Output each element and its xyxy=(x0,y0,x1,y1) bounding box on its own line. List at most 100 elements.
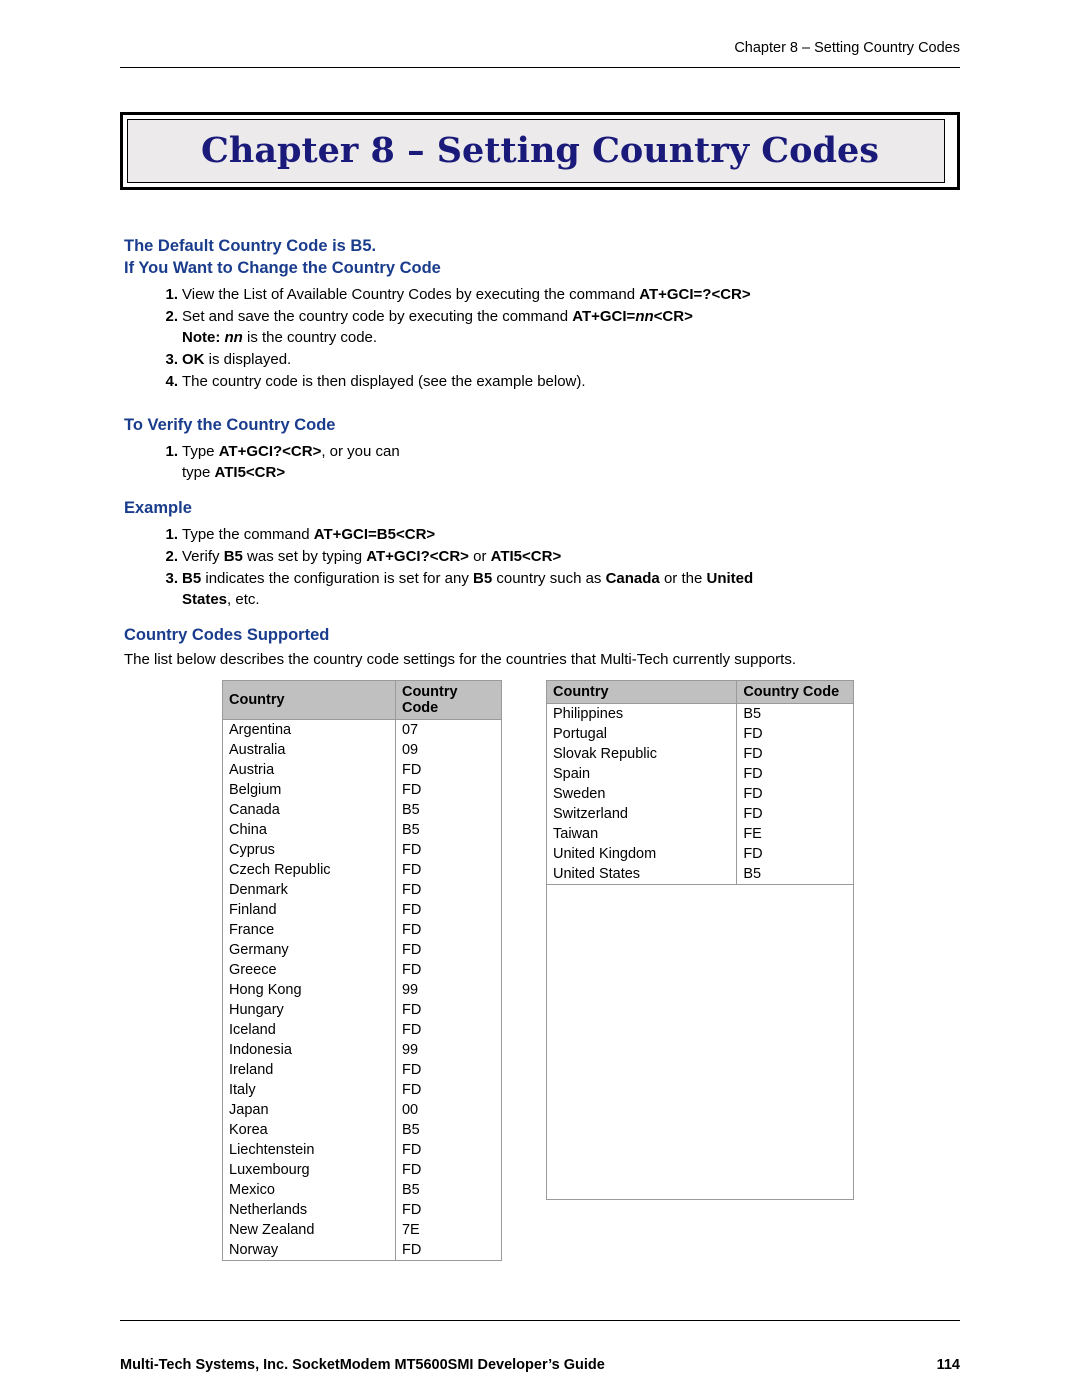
table-row: Liechtenstein FD xyxy=(222,1140,503,1160)
cell-country: Indonesia xyxy=(222,1040,396,1060)
table-row: Indonesia 99 xyxy=(222,1040,503,1060)
section-example: Example 1. Type the command AT+GCI=B5<CR>… xyxy=(124,499,964,610)
cell-country-code: 07 xyxy=(394,719,503,740)
table-row: Cyprus FD xyxy=(222,840,503,860)
list-item-number: 2. xyxy=(165,308,178,325)
cell-country: Denmark xyxy=(222,880,396,900)
cell-country: Germany xyxy=(222,940,396,960)
cell-country-code: B5 xyxy=(736,703,854,724)
heading-change-country-code: If You Want to Change the Country Code xyxy=(124,259,441,277)
table-row: Japan 00 xyxy=(222,1100,503,1120)
table-row: Korea B5 xyxy=(222,1120,503,1140)
cell-country-code: 99 xyxy=(394,980,503,1000)
list-item-text: Verify B5 was set by typing AT+GCI?<CR> … xyxy=(182,548,562,565)
page-content: The Default Country Code is B5. If You W… xyxy=(124,237,964,1261)
cell-country: Spain xyxy=(545,764,738,784)
list-item: 3. OK is displayed. xyxy=(124,349,964,370)
country-code-tables: Country Country Code Argentina 07 Australi… xyxy=(124,680,964,1261)
table-row: Denmark FD xyxy=(222,880,503,900)
cell-country: Belgium xyxy=(222,780,396,800)
table-row: Spain FD xyxy=(545,764,854,784)
table-row: Germany FD xyxy=(222,940,503,960)
list-item-number: 1. xyxy=(165,443,178,460)
cell-country: Philippines xyxy=(545,703,738,724)
cell-country-code: FD xyxy=(736,844,854,864)
list-item-number: 3. xyxy=(165,570,178,587)
cell-country-code: 7E xyxy=(394,1220,503,1240)
section-default-code: The Default Country Code is B5. If You W… xyxy=(124,237,964,392)
verify-country-code-steps: 1. Type AT+GCI?<CR>, or you can type ATI5<… xyxy=(124,441,964,483)
country-codes-intro: The list below describes the country cod… xyxy=(124,651,796,668)
cell-country-code: FD xyxy=(736,724,854,744)
list-item-text: Type the command AT+GCI=B5<CR> xyxy=(182,526,436,543)
cell-country-code: FD xyxy=(394,1080,503,1100)
cell-country-code: FD xyxy=(394,940,503,960)
cell-country: Greece xyxy=(222,960,396,980)
cell-country: Netherlands xyxy=(222,1200,396,1220)
footer-page-number: 114 xyxy=(936,1357,960,1373)
cell-country-code: FD xyxy=(736,784,854,804)
table-row: Finland FD xyxy=(222,900,503,920)
cell-country: United Kingdom xyxy=(545,844,738,864)
section-verify-code: To Verify the Country Code 1. Type AT+GCI… xyxy=(124,416,964,483)
table-header-row: Country Country Code xyxy=(222,680,503,720)
list-item-number: 2. xyxy=(165,548,178,565)
cell-country: Sweden xyxy=(545,784,738,804)
cell-country: France xyxy=(222,920,396,940)
cell-country-code: FD xyxy=(394,900,503,920)
cell-country: Hungary xyxy=(222,1000,396,1020)
heading-example: Example xyxy=(124,499,192,517)
cell-country: Finland xyxy=(222,900,396,920)
change-country-code-steps: 1. View the List of Available Country Cod… xyxy=(124,284,964,392)
cell-country: Luxembourg xyxy=(222,1160,396,1180)
cell-country: Czech Republic xyxy=(222,860,396,880)
table-row: Hungary FD xyxy=(222,1000,503,1020)
list-item: 1. Type AT+GCI?<CR>, or you can type ATI5<… xyxy=(124,441,964,483)
table-row: Hong Kong 99 xyxy=(222,980,503,1000)
column-header-country-code: Country Code xyxy=(394,680,503,720)
cell-country-code: FD xyxy=(394,1240,503,1261)
heading-country-codes-supported: Country Codes Supported xyxy=(124,626,330,644)
list-item-number: 3. xyxy=(165,351,178,368)
table-row: Czech Republic FD xyxy=(222,860,503,880)
cell-country: Ireland xyxy=(222,1060,396,1080)
cell-country: China xyxy=(222,820,396,840)
table-row: Portugal FD xyxy=(545,724,854,744)
cell-country: Japan xyxy=(222,1100,396,1120)
cell-country-code: FD xyxy=(736,804,854,824)
list-item: 2. Verify B5 was set by typing AT+GCI?<CR… xyxy=(124,546,964,567)
country-code-table-right: Country Country Code Philippines B5 Portug… xyxy=(545,680,854,885)
footer-document-title: Multi-Tech Systems, Inc. SocketModem MT5… xyxy=(120,1357,605,1373)
list-item-number: 1. xyxy=(165,526,178,543)
cell-country: Korea xyxy=(222,1120,396,1140)
table-row: Switzerland FD xyxy=(545,804,854,824)
cell-country: Switzerland xyxy=(545,804,738,824)
table-row: Argentina 07 xyxy=(222,719,503,740)
column-header-country-code: Country Code xyxy=(736,680,854,704)
cell-country: Hong Kong xyxy=(222,980,396,1000)
table-row: Slovak Republic FD xyxy=(545,744,854,764)
cell-country-code: B5 xyxy=(394,1180,503,1200)
cell-country-code: B5 xyxy=(394,1120,503,1140)
table-row: Canada B5 xyxy=(222,800,503,820)
cell-country-code: FD xyxy=(394,1000,503,1020)
cell-country-code: FD xyxy=(394,880,503,900)
document-page: Chapter 8 – Setting Country Codes Chapte… xyxy=(0,0,1080,1397)
cell-country: Taiwan xyxy=(545,824,738,844)
table-row: Sweden FD xyxy=(545,784,854,804)
column-header-country: Country xyxy=(545,680,738,704)
chapter-title: Chapter 8 – Setting Country Codes xyxy=(201,130,879,171)
cell-country: Iceland xyxy=(222,1020,396,1040)
cell-country-code: B5 xyxy=(736,864,854,885)
cell-country: Austria xyxy=(222,760,396,780)
table-row: Norway FD xyxy=(222,1240,503,1261)
table-row: United Kingdom FD xyxy=(545,844,854,864)
footer-divider xyxy=(120,1320,960,1321)
table-row: Australia 09 xyxy=(222,740,503,760)
heading-verify-country-code: To Verify the Country Code xyxy=(124,416,336,434)
table-row: Austria FD xyxy=(222,760,503,780)
cell-country: Portugal xyxy=(545,724,738,744)
